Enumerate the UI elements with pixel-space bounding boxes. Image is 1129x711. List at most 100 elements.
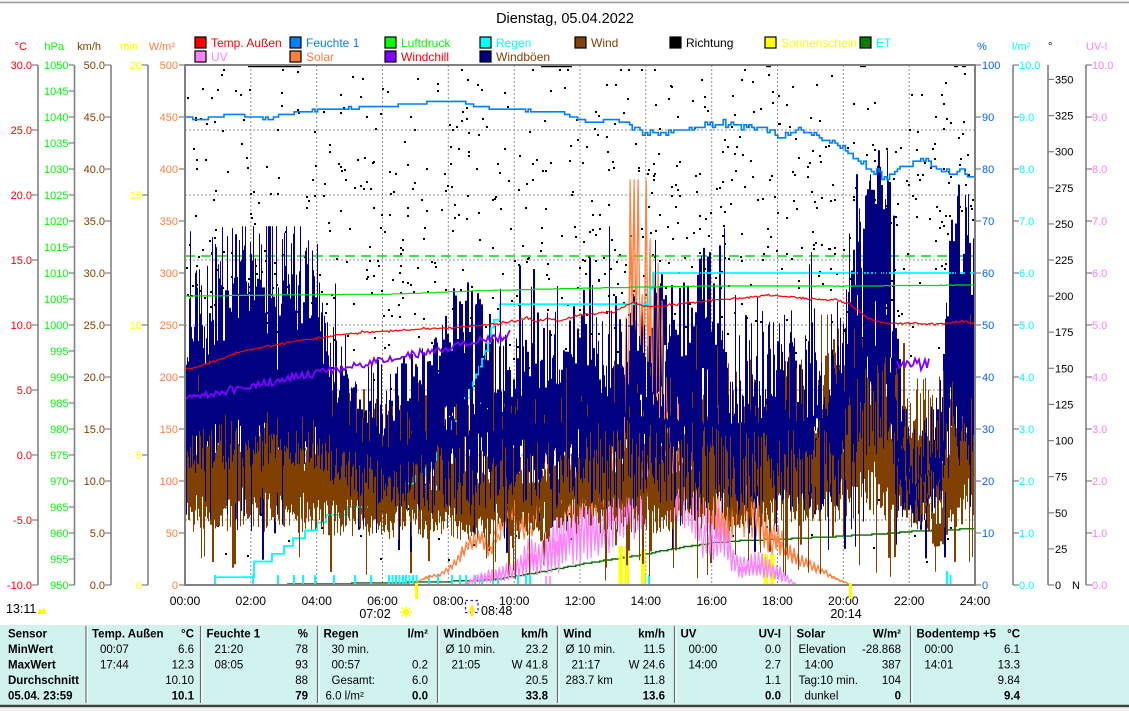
svg-text:200: 200: [160, 372, 178, 384]
svg-text:0.0: 0.0: [765, 644, 781, 656]
svg-text:17:44: 17:44: [100, 660, 129, 672]
svg-text:250: 250: [160, 320, 178, 332]
svg-text:24:00: 24:00: [960, 594, 991, 608]
svg-text:50: 50: [166, 528, 178, 540]
svg-text:985: 985: [50, 398, 68, 410]
svg-text:km/h: km/h: [638, 629, 665, 641]
svg-text:Durchschnitt: Durchschnitt: [8, 675, 79, 687]
svg-text:5.0: 5.0: [17, 385, 32, 397]
svg-text:955: 955: [50, 554, 68, 566]
svg-text:8.0: 8.0: [1092, 164, 1107, 176]
svg-text:1035: 1035: [44, 138, 68, 150]
svg-text:4.0: 4.0: [1092, 372, 1107, 384]
svg-text:13:11: 13:11: [6, 602, 36, 616]
svg-text:6.0: 6.0: [1019, 268, 1034, 280]
svg-text:10.0: 10.0: [1019, 60, 1040, 72]
svg-text:00:00: 00:00: [925, 644, 954, 656]
svg-text:°: °: [1048, 41, 1052, 53]
svg-text:3.0: 3.0: [1092, 424, 1107, 436]
svg-text:33.8: 33.8: [526, 691, 549, 703]
svg-text:06:00: 06:00: [367, 594, 398, 608]
svg-text:9.0: 9.0: [1092, 112, 1107, 124]
svg-text:1050: 1050: [44, 60, 68, 72]
svg-text:UV: UV: [681, 629, 697, 641]
svg-text:30: 30: [982, 424, 994, 436]
svg-text:Ø 10 min.: Ø 10 min.: [446, 644, 496, 656]
svg-text:11.5: 11.5: [643, 644, 665, 656]
svg-text:Feuchte 1: Feuchte 1: [207, 629, 261, 641]
svg-text:0.0: 0.0: [412, 691, 428, 703]
svg-text:2.0: 2.0: [1092, 476, 1107, 488]
svg-text:04:00: 04:00: [301, 594, 332, 608]
svg-text:78: 78: [295, 644, 308, 656]
svg-text:00:00: 00:00: [170, 594, 201, 608]
svg-text:75: 75: [1055, 472, 1067, 484]
svg-text:1040: 1040: [44, 112, 68, 124]
svg-text:10.10: 10.10: [165, 675, 194, 687]
svg-text:6.6: 6.6: [178, 644, 194, 656]
svg-text:225: 225: [1055, 255, 1073, 267]
svg-text:Windböen: Windböen: [444, 629, 499, 641]
svg-text:1020: 1020: [44, 216, 68, 228]
svg-text:21:17: 21:17: [572, 660, 601, 672]
svg-text:l/m²: l/m²: [408, 629, 429, 641]
svg-text:dunkel: dunkel: [805, 691, 839, 703]
svg-text:0.2: 0.2: [412, 660, 428, 672]
svg-text:Richtung: Richtung: [686, 36, 733, 50]
svg-text:200: 200: [1055, 291, 1073, 303]
svg-text:10.1: 10.1: [172, 691, 195, 703]
svg-text:°C: °C: [1007, 629, 1020, 641]
svg-text:07:02: 07:02: [359, 607, 390, 621]
svg-text:W 41.8: W 41.8: [512, 660, 548, 672]
svg-text:1030: 1030: [44, 164, 68, 176]
svg-text:2.0: 2.0: [1019, 476, 1034, 488]
svg-text:14:01: 14:01: [925, 660, 954, 672]
svg-text:11.8: 11.8: [643, 675, 665, 687]
svg-text:08:05: 08:05: [215, 660, 244, 672]
svg-text:500: 500: [160, 60, 178, 72]
svg-text:35.0: 35.0: [84, 216, 105, 228]
svg-text:6.1: 6.1: [1004, 644, 1020, 656]
svg-text:2.7: 2.7: [765, 660, 781, 672]
svg-text:20.0: 20.0: [11, 190, 32, 202]
svg-text:350: 350: [1055, 74, 1073, 86]
svg-text:22:00: 22:00: [894, 594, 925, 608]
svg-text:995: 995: [50, 346, 68, 358]
svg-text:150: 150: [160, 424, 178, 436]
svg-text:965: 965: [50, 502, 68, 514]
svg-text:0.0: 0.0: [90, 580, 105, 592]
svg-text:08:48: 08:48: [481, 604, 512, 618]
svg-text:1005: 1005: [44, 294, 68, 306]
svg-text:0.0: 0.0: [765, 691, 781, 703]
svg-text:0: 0: [895, 691, 901, 703]
svg-text:1.0: 1.0: [1092, 528, 1107, 540]
svg-text:0.0: 0.0: [1019, 580, 1034, 592]
svg-text:8.0: 8.0: [1019, 164, 1034, 176]
svg-text:9.84: 9.84: [998, 675, 1021, 687]
svg-text:93: 93: [295, 660, 308, 672]
svg-text:%: %: [977, 41, 987, 53]
svg-text:18:00: 18:00: [762, 594, 793, 608]
svg-text:5.0: 5.0: [1092, 320, 1107, 332]
svg-text:W/m²: W/m²: [873, 629, 901, 641]
svg-text:80: 80: [982, 164, 994, 176]
svg-text:40.0: 40.0: [84, 164, 105, 176]
svg-text:Windchill: Windchill: [401, 50, 449, 64]
svg-text:325: 325: [1055, 111, 1073, 123]
svg-text:Sonnenschein: Sonnenschein: [781, 36, 857, 50]
svg-text:50: 50: [1055, 508, 1067, 520]
svg-text:7.0: 7.0: [1092, 216, 1107, 228]
svg-text:21:05: 21:05: [452, 660, 481, 672]
svg-text:Elevation: Elevation: [799, 644, 846, 656]
svg-text:450: 450: [160, 112, 178, 124]
svg-text:20: 20: [130, 60, 142, 72]
svg-text:6.0: 6.0: [412, 675, 428, 687]
svg-text:10: 10: [130, 320, 142, 332]
svg-text:50: 50: [982, 320, 994, 332]
svg-text:990: 990: [50, 372, 68, 384]
svg-text:175: 175: [1055, 327, 1073, 339]
svg-text:30.0: 30.0: [11, 60, 32, 72]
svg-text:970: 970: [50, 476, 68, 488]
svg-text:12.3: 12.3: [172, 660, 194, 672]
svg-text:Temp. Außen: Temp. Außen: [92, 629, 164, 641]
